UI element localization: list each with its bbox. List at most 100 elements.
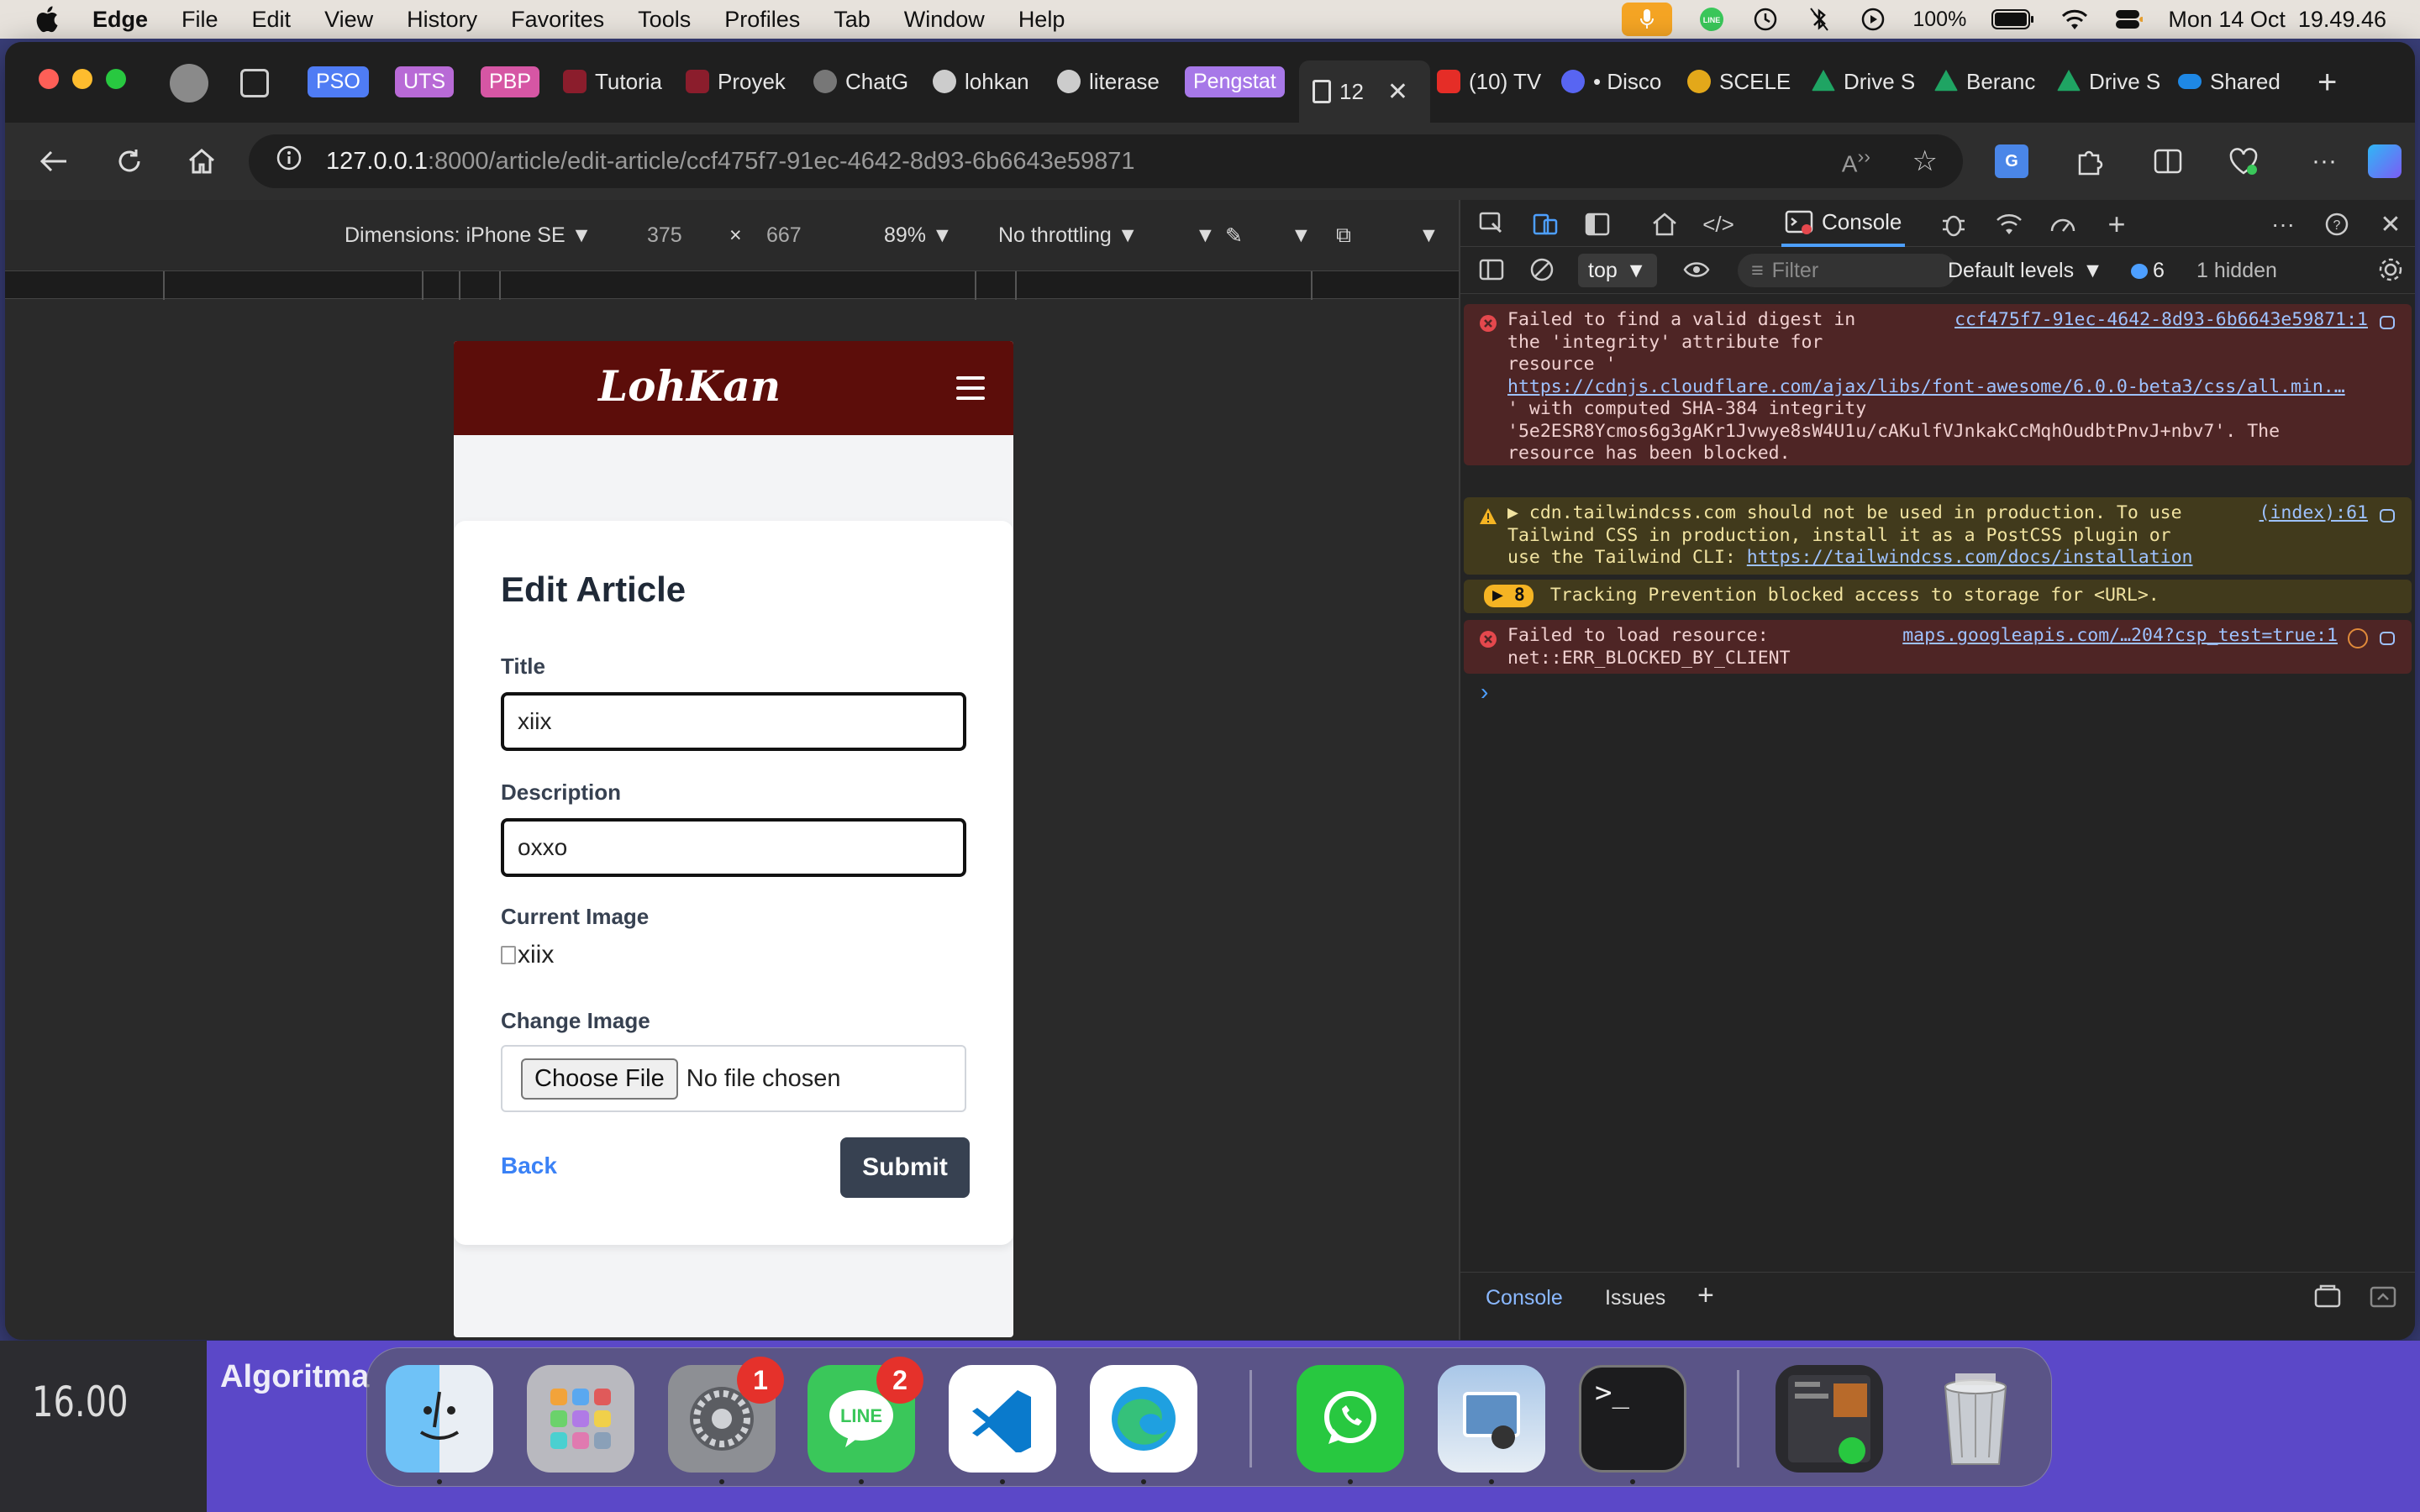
- network-wifi-icon[interactable]: [1995, 210, 2023, 239]
- terminal-icon[interactable]: >_: [1579, 1365, 1686, 1473]
- message-count[interactable]: 6: [2131, 259, 2165, 283]
- inspect-element-icon[interactable]: [1477, 210, 1506, 239]
- favorite-star-icon[interactable]: ☆: [1912, 144, 1938, 178]
- tab-youtube[interactable]: (10) TV: [1437, 60, 1548, 102]
- help-icon[interactable]: ?: [2323, 210, 2351, 239]
- tab-lohkan-github[interactable]: lohkan: [933, 60, 1045, 102]
- maximize-window-icon[interactable]: [106, 69, 126, 89]
- more-options-caret-icon[interactable]: ▼: [1195, 223, 1216, 248]
- menu-edit[interactable]: Edit: [252, 7, 292, 33]
- sidebar-toggle-icon[interactable]: [1477, 255, 1506, 284]
- translate-extension-icon[interactable]: G: [1995, 144, 2028, 178]
- console-error-blocked[interactable]: maps.googleapis.com/…204?csp_test=true:1…: [1464, 620, 2412, 674]
- clear-console-icon[interactable]: [1528, 255, 1556, 284]
- console-warning-tracking[interactable]: ▶ 8 Tracking Prevention blocked access to…: [1464, 580, 2412, 613]
- device-emulation-icon[interactable]: [1531, 210, 1560, 239]
- console-error-integrity[interactable]: ccf475f7-91ec-4642-8d93-6b6643e59871:1 F…: [1464, 304, 2412, 465]
- menu-file[interactable]: File: [182, 7, 218, 33]
- throttling-select[interactable]: No throttling ▼: [998, 223, 1139, 248]
- browser-essentials-icon[interactable]: [2227, 144, 2260, 178]
- dock-drawer-icon[interactable]: [2370, 1284, 2396, 1315]
- site-info-icon[interactable]: [276, 144, 302, 178]
- control-center-icon[interactable]: [2114, 7, 2144, 32]
- tab-group-pengstat[interactable]: Pengstat: [1185, 60, 1285, 102]
- finder-icon[interactable]: [386, 1365, 493, 1473]
- eyedropper-icon[interactable]: ✎: [1225, 223, 1243, 249]
- copilot-explain-icon[interactable]: [2378, 628, 2398, 648]
- device-width-input[interactable]: 375: [647, 223, 682, 248]
- extensions-icon[interactable]: [2072, 144, 2106, 178]
- close-tab-icon[interactable]: ✕: [1387, 77, 1408, 107]
- description-input[interactable]: oxxo: [501, 818, 966, 877]
- menu-window[interactable]: Window: [904, 7, 985, 33]
- hamburger-menu-icon[interactable]: [956, 376, 985, 400]
- log-url-link[interactable]: https://tailwindcss.com/docs/installatio…: [1747, 547, 2193, 568]
- dock-side-icon[interactable]: [1583, 210, 1612, 239]
- split-screen-icon[interactable]: [2151, 144, 2185, 178]
- submit-button[interactable]: Submit: [840, 1137, 970, 1198]
- menu-tools[interactable]: Tools: [638, 7, 691, 33]
- title-input[interactable]: xiix: [501, 692, 966, 751]
- drawer-tab-issues[interactable]: Issues: [1605, 1286, 1665, 1310]
- more-menu-icon[interactable]: ···: [2307, 144, 2341, 178]
- menu-app-name[interactable]: Edge: [92, 7, 148, 33]
- whatsapp-icon[interactable]: [1297, 1365, 1404, 1473]
- tab-group-pbp[interactable]: PBP: [481, 60, 540, 102]
- menu-help[interactable]: Help: [1018, 7, 1065, 33]
- tab-active-localhost[interactable]: 12 ✕: [1299, 60, 1430, 123]
- back-arrow-icon[interactable]: [37, 144, 71, 178]
- copilot-icon[interactable]: [2368, 144, 2402, 178]
- new-tab-icon[interactable]: +: [2317, 64, 2337, 102]
- repeat-count-badge[interactable]: ▶ 8: [1484, 585, 1534, 607]
- tab-discord[interactable]: • Disco: [1561, 60, 1677, 102]
- minimize-window-icon[interactable]: [72, 69, 92, 89]
- back-link[interactable]: Back: [501, 1152, 557, 1179]
- menu-view[interactable]: View: [324, 7, 373, 33]
- tab-tutorial[interactable]: Tutoria: [563, 60, 677, 102]
- quick-source-icon[interactable]: [2314, 1284, 2341, 1315]
- copilot-explain-icon[interactable]: [2378, 506, 2398, 526]
- preview-icon[interactable]: [1438, 1365, 1545, 1473]
- menu-tab[interactable]: Tab: [834, 7, 871, 33]
- context-select[interactable]: top ▼: [1578, 254, 1657, 287]
- tab-drive-1[interactable]: Drive S: [1812, 60, 1923, 102]
- home-icon[interactable]: [185, 144, 218, 178]
- time-machine-icon[interactable]: [1751, 7, 1780, 32]
- tab-onedrive[interactable]: Shared: [2178, 60, 2296, 102]
- trash-icon[interactable]: [1922, 1365, 2029, 1473]
- launchpad-icon[interactable]: [527, 1365, 634, 1473]
- workspaces-icon[interactable]: [240, 69, 269, 97]
- downloads-stack-icon[interactable]: [1776, 1365, 1883, 1473]
- log-source-link[interactable]: maps.googleapis.com/…204?csp_test=true:1: [1902, 625, 2338, 648]
- wifi-icon[interactable]: [2060, 7, 2089, 32]
- refresh-icon[interactable]: [113, 144, 146, 178]
- tab-chatgpt[interactable]: ChatG: [813, 60, 919, 102]
- menu-history[interactable]: History: [407, 7, 477, 33]
- log-url-link[interactable]: https://cdnjs.cloudflare.com/ajax/libs/f…: [1507, 376, 2345, 397]
- elements-tab-icon[interactable]: </>: [1702, 210, 1734, 239]
- choose-file-button[interactable]: Choose File: [521, 1058, 678, 1100]
- sources-bug-icon[interactable]: [1939, 210, 1968, 239]
- tab-literasee-github[interactable]: literase: [1057, 60, 1171, 102]
- tab-scele[interactable]: SCELE: [1687, 60, 1802, 102]
- performance-gauge-icon[interactable]: [2049, 210, 2077, 239]
- device-height-input[interactable]: 667: [766, 223, 802, 248]
- battery-icon[interactable]: [1991, 7, 2035, 32]
- console-warning-tailwind[interactable]: (index):61 ▶ cdn.tailwindcss.com should …: [1464, 497, 2412, 575]
- bluetooth-off-icon[interactable]: [1805, 7, 1833, 32]
- menu-favorites[interactable]: Favorites: [511, 7, 604, 33]
- device-options-caret-icon[interactable]: ▼: [1418, 223, 1439, 248]
- line-app-icon[interactable]: LINE 2: [808, 1357, 923, 1473]
- log-source-link[interactable]: ccf475f7-91ec-4642-8d93-6b6643e59871:1: [1954, 309, 2368, 332]
- microphone-icon[interactable]: [1622, 3, 1673, 36]
- add-drawer-tab-icon[interactable]: +: [1697, 1279, 1714, 1312]
- edge-app-icon[interactable]: [1090, 1365, 1197, 1473]
- rotate-caret-icon[interactable]: ▼: [1291, 223, 1312, 248]
- close-devtools-icon[interactable]: ✕: [2376, 210, 2405, 239]
- line-status-icon[interactable]: LINE: [1697, 7, 1726, 32]
- copilot-explain-icon[interactable]: [2378, 312, 2398, 333]
- live-expression-eye-icon[interactable]: [1682, 255, 1711, 284]
- read-aloud-icon[interactable]: A››: [1842, 145, 1870, 177]
- address-bar[interactable]: 127.0.0.1:8000/article/edit-article/ccf4…: [249, 134, 1963, 188]
- close-window-icon[interactable]: [39, 69, 59, 89]
